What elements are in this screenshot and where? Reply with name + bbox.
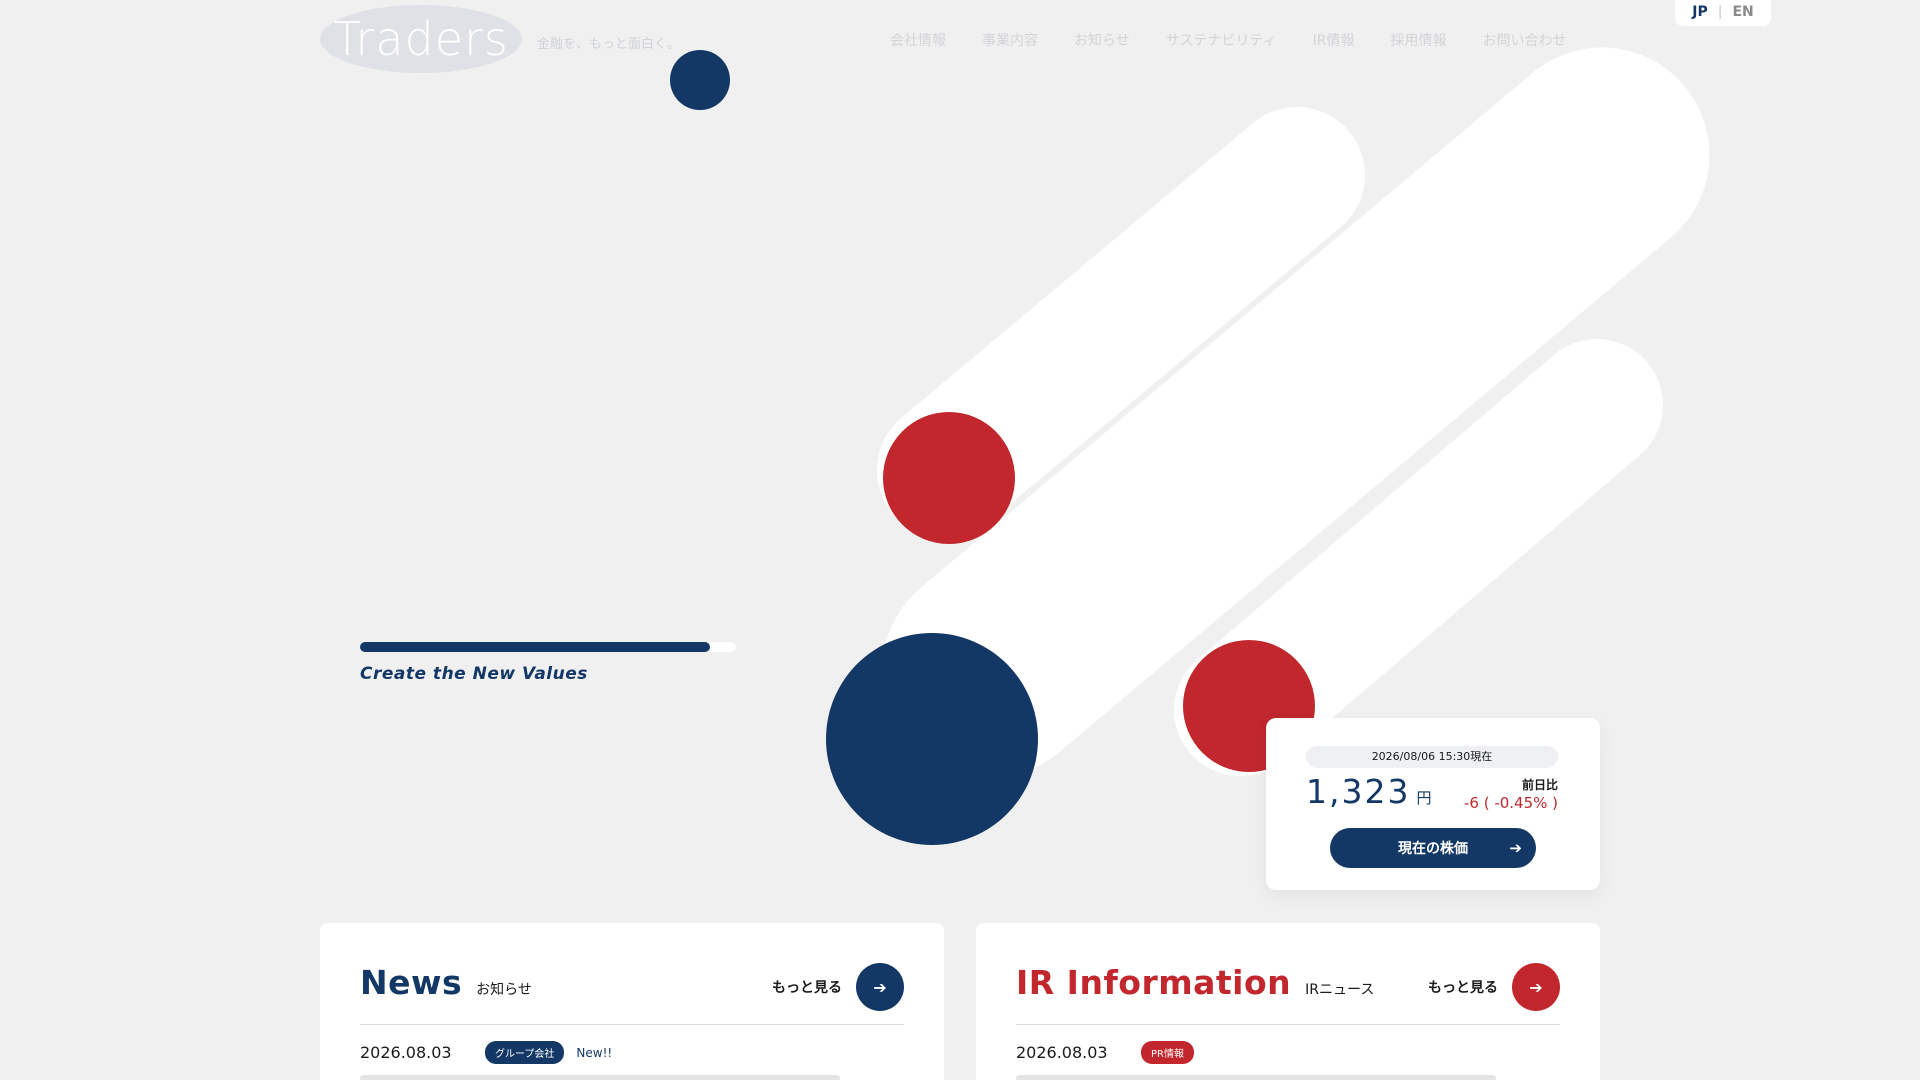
nav-company[interactable]: 会社情報 <box>890 30 946 50</box>
arrow-right-icon[interactable]: ➔ <box>856 963 904 1011</box>
ir-more-label: もっと見る <box>1428 980 1498 996</box>
tagline: 金融を、もっと面白く。 <box>537 37 681 52</box>
main-nav: 会社情報 事業内容 お知らせ サステナビリティ IR情報 採用情報 お問い合わせ <box>890 30 1566 50</box>
navy-circle-large <box>826 633 1038 845</box>
lang-en[interactable]: EN <box>1732 4 1753 20</box>
stock-timestamp: 2026/08/06 15:30現在 <box>1306 746 1558 768</box>
ir-card: IR Information IRニュース もっと見る ➔ 2026.08.03… <box>976 923 1600 1080</box>
arrow-right-icon[interactable]: ➔ <box>1512 963 1560 1011</box>
new-mark: New!! <box>576 1045 613 1060</box>
ir-heading: IR Information IRニュース <box>1016 963 1374 1002</box>
news-heading: News お知らせ <box>360 963 532 1002</box>
nav-contact[interactable]: お問い合わせ <box>1482 30 1566 50</box>
arrow-right-icon: ➔ <box>1509 839 1522 857</box>
news-more-link[interactable]: もっと見る ➔ <box>772 963 904 1011</box>
red-circle-upper <box>883 412 1015 544</box>
stock-price: 1,323 円 <box>1306 772 1432 811</box>
nav-news[interactable]: お知らせ <box>1074 30 1130 50</box>
navy-dot-small <box>670 50 730 110</box>
news-entry-date: 2026.08.03 <box>360 1043 452 1062</box>
news-subtitle: お知らせ <box>476 982 532 998</box>
current-stock-price-button[interactable]: 現在の株価 ➔ <box>1330 828 1536 868</box>
stock-change-value: -6 ( -0.45% ) <box>1463 794 1558 812</box>
lang-jp[interactable]: JP <box>1692 4 1707 20</box>
divider <box>1016 1024 1560 1025</box>
news-more-label: もっと見る <box>772 980 842 996</box>
slide-progress-fill <box>360 642 710 652</box>
stock-price-value: 1,323 <box>1306 772 1411 811</box>
language-switcher: JP | EN <box>1675 0 1771 26</box>
news-entry-category-badge: グループ会社 <box>485 1041 565 1064</box>
nav-ir[interactable]: IR情報 <box>1313 30 1355 50</box>
divider <box>360 1024 904 1025</box>
ir-entry-title-cropped[interactable] <box>1016 1075 1560 1080</box>
ir-entry-category-badge: PR情報 <box>1141 1041 1194 1064</box>
ir-subtitle: IRニュース <box>1305 982 1375 998</box>
logo[interactable]: Traders <box>320 5 522 73</box>
ir-title: IR Information <box>1016 963 1292 1002</box>
ir-more-link[interactable]: もっと見る ➔ <box>1428 963 1560 1011</box>
news-entry-title-cropped[interactable] <box>360 1075 904 1080</box>
stock-price-unit: 円 <box>1416 789 1432 807</box>
news-entry[interactable]: 2026.08.03 グループ会社 New!! <box>360 1041 612 1064</box>
hero-slogan: Create the New Values <box>360 664 588 684</box>
logo-text: Traders <box>333 12 509 66</box>
nav-business[interactable]: 事業内容 <box>982 30 1038 50</box>
lang-separator: | <box>1717 4 1723 20</box>
news-card: News お知らせ もっと見る ➔ 2026.08.03 グループ会社 New!… <box>320 923 944 1080</box>
slide-progress-bar <box>360 642 736 652</box>
nav-recruit[interactable]: 採用情報 <box>1390 30 1446 50</box>
stock-button-label: 現在の株価 <box>1398 841 1468 857</box>
hero-graphic <box>670 47 1710 845</box>
ir-entry[interactable]: 2026.08.03 PR情報 <box>1016 1041 1194 1064</box>
ir-entry-date: 2026.08.03 <box>1016 1043 1108 1062</box>
news-title: News <box>360 963 463 1002</box>
stock-change-label: 前日比 <box>1521 778 1558 792</box>
stock-card: 2026/08/06 15:30現在 1,323 円 前日比 -6 ( -0.4… <box>1266 718 1600 890</box>
nav-sustainability[interactable]: サステナビリティ <box>1166 30 1277 50</box>
